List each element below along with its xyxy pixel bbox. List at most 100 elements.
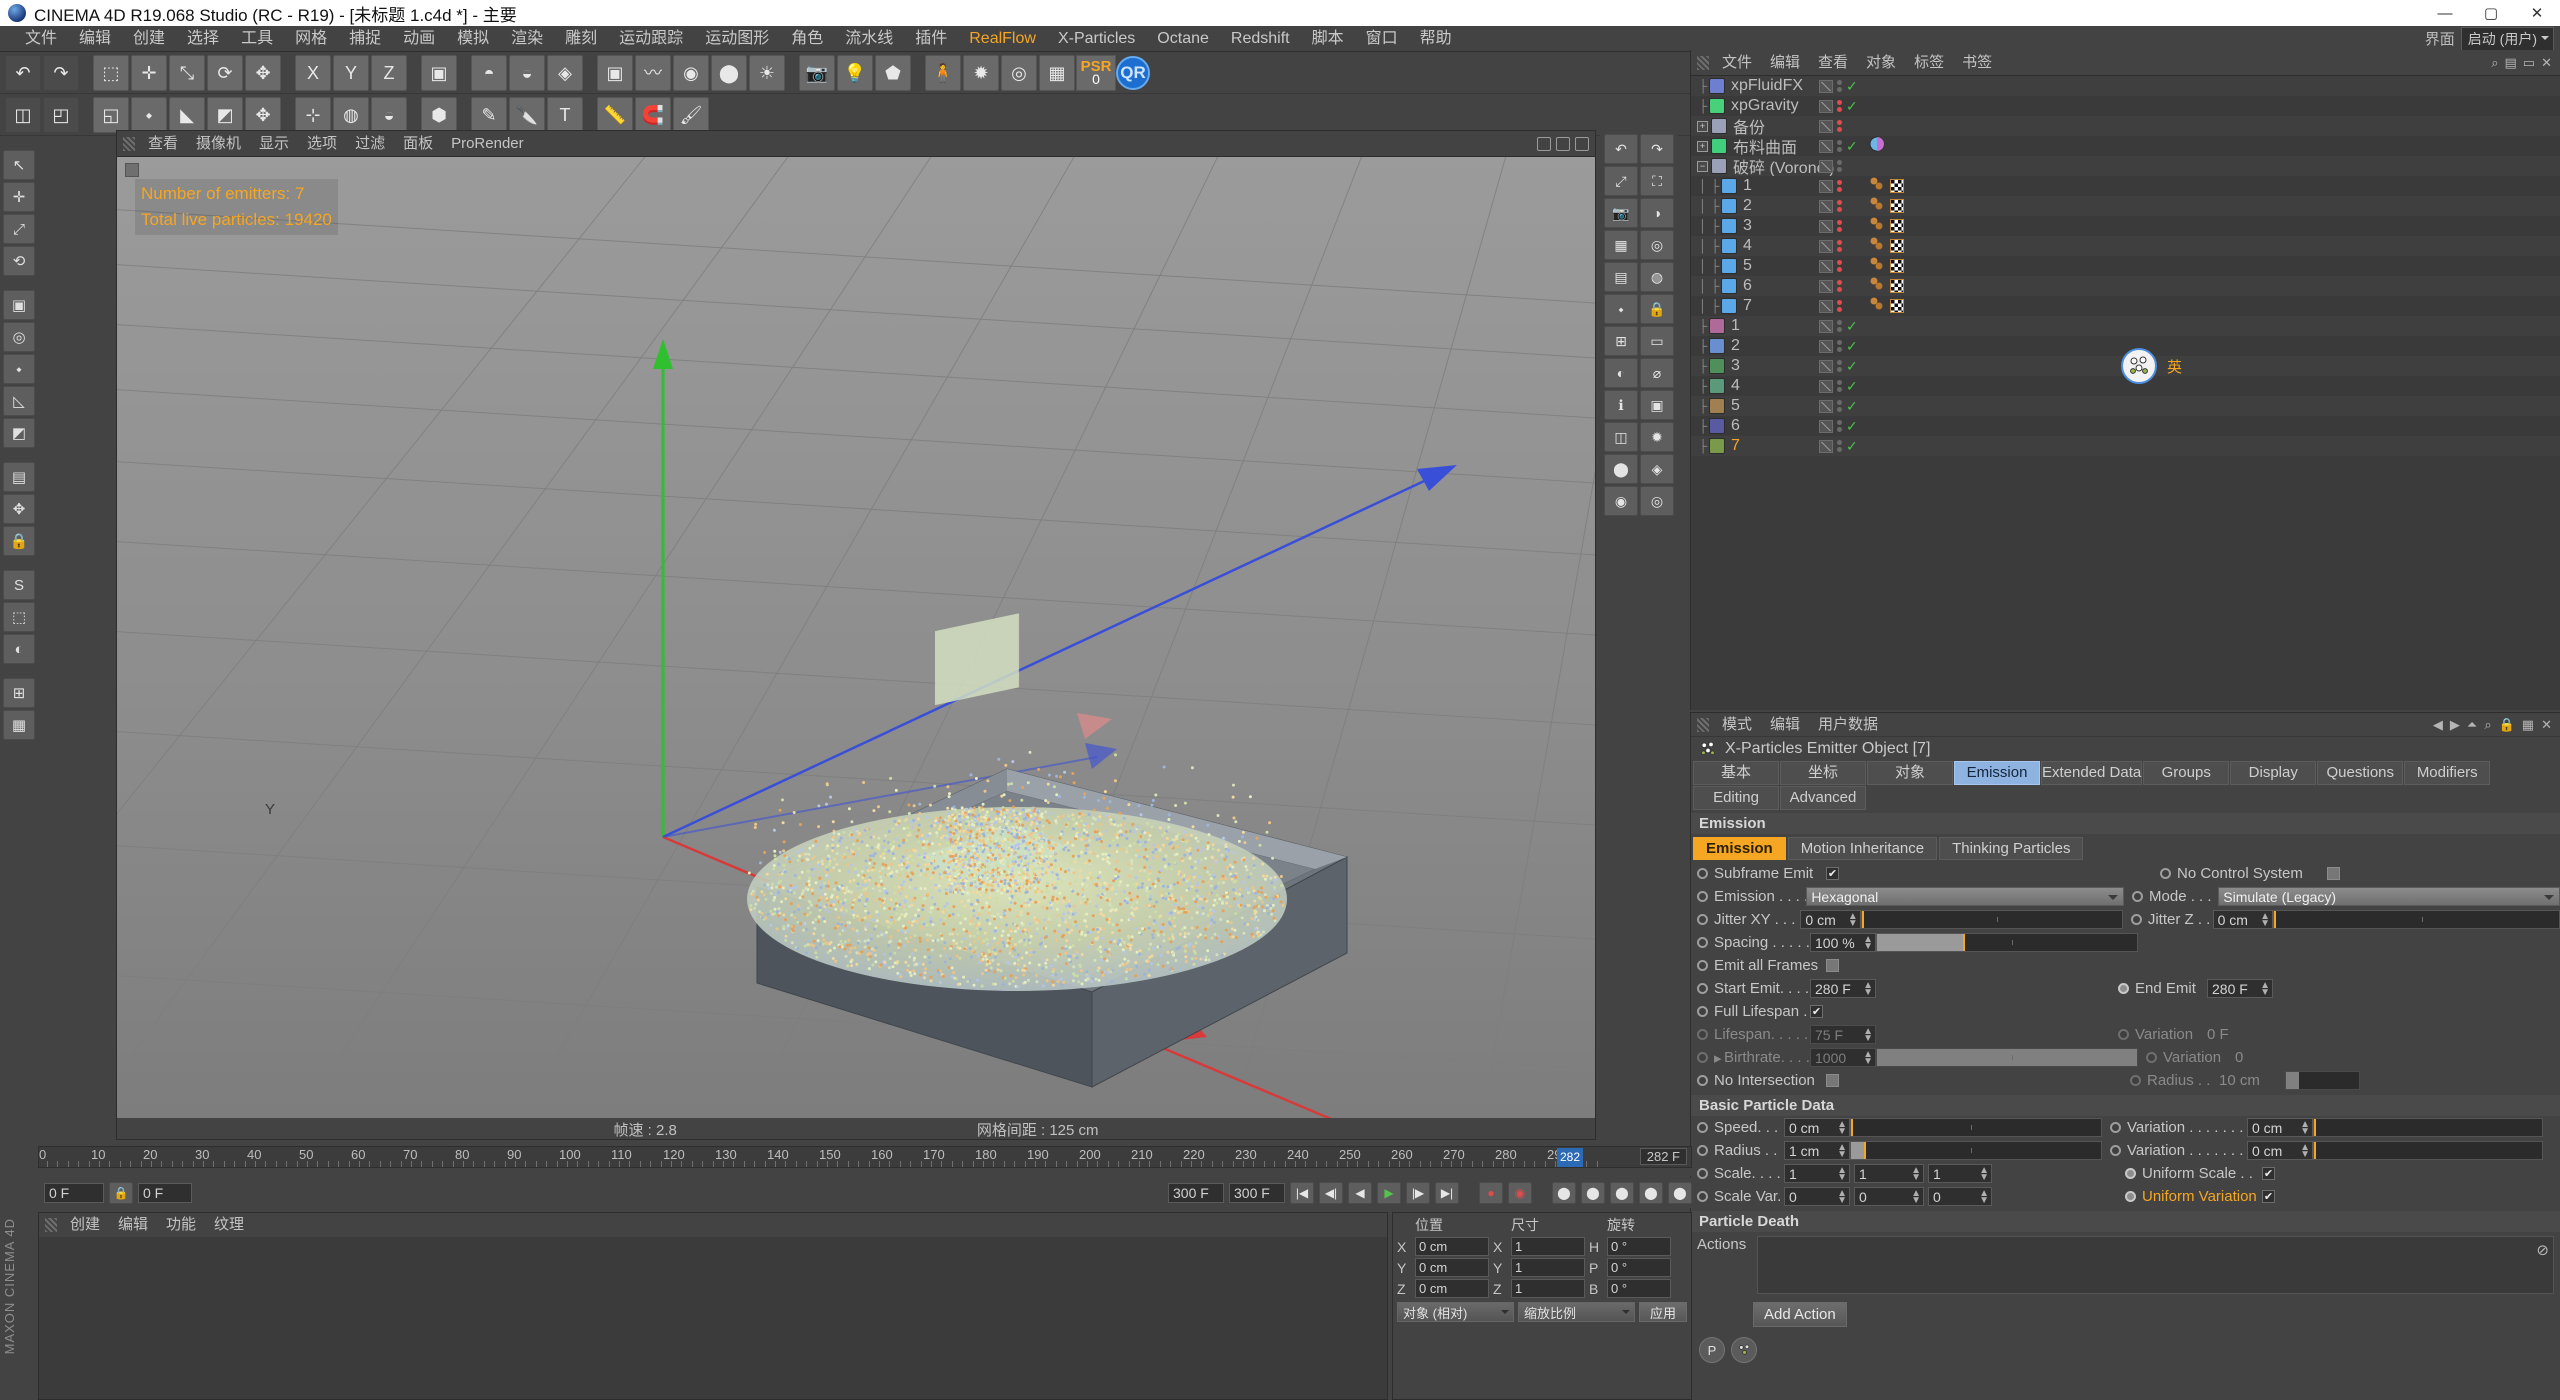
vp-lock-axis-button[interactable]: 🔒 bbox=[1640, 294, 1674, 324]
quick-render-button[interactable]: QR bbox=[1116, 55, 1150, 90]
menu--[interactable]: 流水线 bbox=[834, 26, 904, 52]
tab-questions[interactable]: Questions bbox=[2317, 761, 2404, 785]
checkbox-full-lifespan[interactable]: ✔ bbox=[1810, 1005, 1823, 1018]
visibility-dot[interactable] bbox=[1837, 440, 1842, 445]
add-deformer-button[interactable]: ⬤ bbox=[711, 54, 747, 91]
visibility-dot[interactable] bbox=[1837, 267, 1842, 272]
input-radius-variation[interactable]: 0 cm ▲ ▼ bbox=[2247, 1141, 2313, 1160]
input-scale-z[interactable]: 1 ▲ ▼ bbox=[1928, 1164, 1992, 1183]
material-menu-create[interactable]: 创建 bbox=[61, 1215, 109, 1235]
weight-tool-button[interactable]: ⬢ bbox=[421, 96, 457, 133]
input-speed[interactable]: 0 cm ▲ ▼ bbox=[1784, 1118, 1850, 1137]
visibility-dots[interactable] bbox=[1837, 280, 1842, 292]
input-preview-end[interactable]: 300 F bbox=[1229, 1183, 1285, 1203]
enable-axis-left-button[interactable]: ✥ bbox=[3, 494, 35, 524]
object-row[interactable]: ├ xpGravity ✓ bbox=[1691, 96, 2560, 116]
frame-lock-icon[interactable]: 🔒 bbox=[109, 1182, 133, 1204]
menu--[interactable]: 窗口 bbox=[1355, 26, 1409, 52]
input-range-end[interactable]: 300 F bbox=[1168, 1183, 1224, 1203]
enabled-check-icon[interactable]: ✓ bbox=[1846, 399, 1858, 413]
birthrate-expander-icon[interactable]: ▸ bbox=[1714, 1049, 1724, 1067]
search-icon[interactable]: ⌕ bbox=[2491, 55, 2498, 71]
slider-jitter-z[interactable] bbox=[2273, 910, 2560, 929]
vp-polygon-normals-button[interactable]: ⬩ bbox=[1604, 294, 1638, 324]
vp-ghost-button[interactable]: ◍ bbox=[1640, 262, 1674, 292]
layer-color-swatch[interactable] bbox=[1819, 339, 1833, 353]
scale-tool-button[interactable]: ⤢ bbox=[3, 214, 35, 244]
vp-redo-view-button[interactable]: ↷ bbox=[1640, 134, 1674, 164]
minimize-button[interactable]: — bbox=[2422, 0, 2468, 26]
param-bullet-icon[interactable] bbox=[1697, 1006, 1708, 1017]
material-tag-icon[interactable] bbox=[1869, 136, 1885, 157]
object-row[interactable]: ├ 5 ✓ bbox=[1691, 396, 2560, 416]
key-rotation-button[interactable]: ⬤ bbox=[1610, 1182, 1634, 1204]
layout-dropdown[interactable]: 启动 (用户) bbox=[2460, 26, 2554, 51]
object-row[interactable]: ├ 1 ✓ bbox=[1691, 316, 2560, 336]
texture-axis-button[interactable]: ▤ bbox=[3, 462, 35, 492]
param-bullet-icon[interactable] bbox=[1697, 983, 1708, 994]
slider-speed[interactable] bbox=[1850, 1118, 2102, 1137]
layer-color-swatch[interactable] bbox=[1819, 359, 1833, 373]
enabled-check-icon[interactable]: ✓ bbox=[1846, 379, 1858, 393]
enabled-check-icon[interactable]: ✓ bbox=[1846, 419, 1858, 433]
layer-color-swatch[interactable] bbox=[1819, 99, 1833, 113]
object-row[interactable]: │ ├ 3 bbox=[1691, 216, 2560, 236]
tab-groups[interactable]: Groups bbox=[2143, 761, 2230, 785]
visibility-dot[interactable] bbox=[1837, 207, 1842, 212]
texture-tag-icon[interactable] bbox=[1890, 299, 1904, 313]
visibility-dot[interactable] bbox=[1837, 120, 1842, 125]
visibility-dot[interactable] bbox=[1837, 320, 1842, 325]
viewport-menu-panel[interactable]: 面板 bbox=[394, 133, 442, 155]
vp-xp-explorer-button[interactable]: ⬤ bbox=[1604, 454, 1638, 484]
subtab-motion-inheritance[interactable]: Motion Inheritance bbox=[1787, 837, 1938, 860]
texture-mode-button[interactable]: ◱ bbox=[93, 96, 129, 133]
autokey-button[interactable]: ◉ bbox=[1508, 1182, 1532, 1204]
vp-xp-emitter-button[interactable]: ◎ bbox=[1640, 486, 1674, 516]
axis-tool[interactable]: ✥ bbox=[245, 54, 281, 91]
vp-deformer-button[interactable]: ⌀ bbox=[1640, 358, 1674, 388]
visibility-dot[interactable] bbox=[1837, 280, 1842, 285]
object-manager-menu-objects[interactable]: 对象 bbox=[1857, 52, 1905, 74]
material-tag-icon[interactable] bbox=[1869, 217, 1885, 236]
input-start-emit[interactable]: 280 F ▲ ▼ bbox=[1810, 979, 1876, 998]
visibility-dot[interactable] bbox=[1837, 247, 1842, 252]
add-spline-button[interactable]: 〰 bbox=[635, 54, 671, 91]
param-bullet-icon[interactable] bbox=[2125, 1191, 2136, 1202]
layer-color-swatch[interactable] bbox=[1819, 79, 1833, 93]
visibility-dots[interactable] bbox=[1837, 100, 1842, 112]
tab-对象[interactable]: 对象 bbox=[1867, 761, 1953, 785]
play-button[interactable]: ▶ bbox=[1377, 1182, 1401, 1204]
close-button[interactable]: ✕ bbox=[2514, 0, 2560, 26]
visibility-dots[interactable] bbox=[1837, 180, 1842, 192]
coord-size-input[interactable]: 1 bbox=[1511, 1237, 1585, 1256]
simulate-button[interactable]: ✹ bbox=[963, 54, 999, 91]
visibility-dot[interactable] bbox=[1837, 140, 1842, 145]
input-scale-var-z[interactable]: 0 ▲ ▼ bbox=[1928, 1187, 1992, 1206]
param-bullet-icon[interactable] bbox=[2110, 1122, 2121, 1133]
visibility-dot[interactable] bbox=[1837, 160, 1842, 165]
visibility-dot[interactable] bbox=[1837, 260, 1842, 265]
viewport-menu-options[interactable]: 选项 bbox=[298, 133, 346, 155]
tab-display[interactable]: Display bbox=[2230, 761, 2317, 785]
texture-tag-icon[interactable] bbox=[1890, 219, 1904, 233]
visibility-dot[interactable] bbox=[1837, 200, 1842, 205]
visibility-dot[interactable] bbox=[1837, 127, 1842, 132]
layer-color-swatch[interactable] bbox=[1819, 119, 1833, 133]
preset-emitter-icon[interactable] bbox=[1731, 1337, 1757, 1363]
visibility-dot[interactable] bbox=[1837, 287, 1842, 292]
texture-tag-icon[interactable] bbox=[1890, 259, 1904, 273]
input-jitter-xy[interactable]: 0 cm ▲ ▼ bbox=[1800, 910, 1861, 929]
param-bullet-icon[interactable] bbox=[2132, 891, 2144, 902]
visibility-dot[interactable] bbox=[1837, 367, 1842, 372]
menu--[interactable]: 动画 bbox=[392, 26, 446, 52]
layer-color-swatch[interactable] bbox=[1819, 419, 1833, 433]
panel-grip-icon[interactable] bbox=[123, 136, 135, 151]
attribute-manager-grip-icon[interactable] bbox=[1697, 717, 1709, 732]
material-manager-grip-icon[interactable] bbox=[45, 1218, 57, 1232]
add-action-button[interactable]: Add Action bbox=[1753, 1302, 1847, 1327]
checkbox-subframe-emit[interactable]: ✔ bbox=[1826, 867, 1839, 880]
material-menu-function[interactable]: 功能 bbox=[157, 1215, 205, 1235]
tab-坐标[interactable]: 坐标 bbox=[1780, 761, 1866, 785]
edge-mode-left-button[interactable]: ◺ bbox=[3, 386, 35, 416]
visibility-dot[interactable] bbox=[1837, 380, 1842, 385]
